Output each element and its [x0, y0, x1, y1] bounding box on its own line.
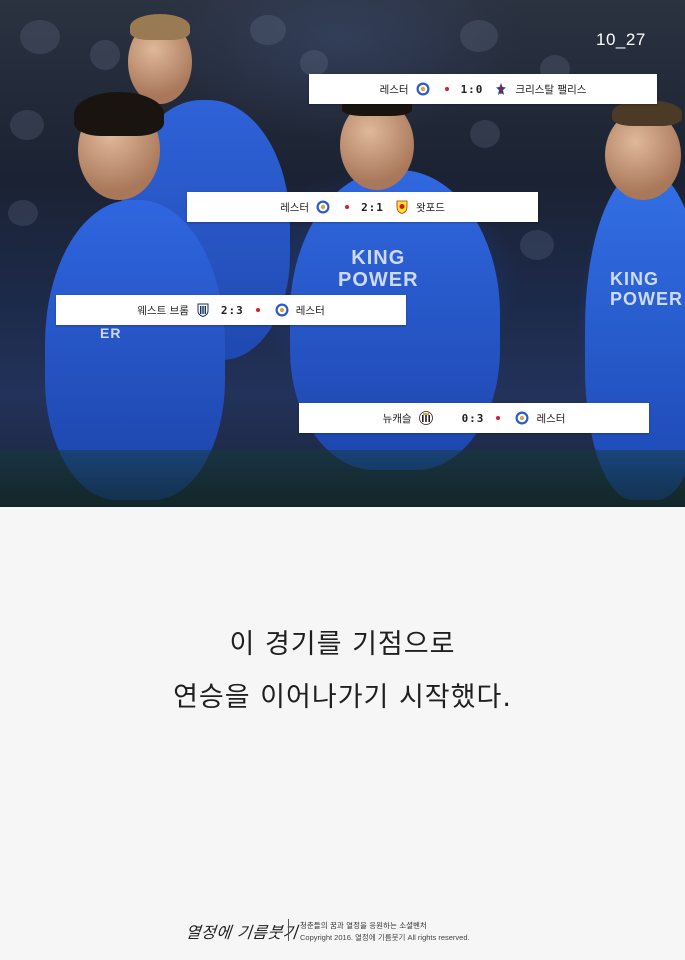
newcastle-crest-icon [418, 411, 433, 425]
page: ER KING POWER KING POWER 10_27 레스터 1:0 크… [0, 0, 685, 960]
score-bar-leicester-watford: 레스터 2:1 왓포드 [187, 192, 538, 222]
watford-crest-icon [396, 200, 408, 214]
result-dot [496, 416, 501, 420]
score-bar-leicester-crystal-palace: 레스터 1:0 크리스탈 팰리스 [309, 74, 657, 104]
home-team-name: 뉴캐슬 [382, 412, 412, 425]
brand-logo: 열정에 기름붓기 [184, 923, 299, 942]
shirt-sponsor-text: KING POWER [338, 247, 419, 291]
home-team-name: 웨스트 브롬 [137, 304, 189, 317]
score-bar-west-brom-leicester: 웨스트 브롬 2:3 레스터 [56, 295, 406, 325]
score-bar-newcastle-leicester: 뉴캐슬 0:3 레스터 [299, 403, 649, 433]
away-team-name: 레스터 [295, 304, 325, 317]
caption-line-2: 연승을 이어나가기 시작했다. [173, 682, 512, 713]
leicester-crest-icon [275, 303, 289, 317]
result-dot [444, 87, 449, 91]
leicester-crest-icon [316, 200, 330, 214]
match-score: 1:0 [460, 82, 484, 96]
match-score: 2:1 [361, 200, 384, 214]
result-dot [255, 308, 260, 312]
leicester-crest-icon [515, 411, 529, 425]
away-team-name: 왓포드 [415, 201, 445, 214]
match-score: 2:3 [220, 303, 244, 317]
footer-divider [288, 919, 289, 941]
home-team-name: 레스터 [280, 201, 310, 214]
home-team-name: 레스터 [379, 83, 409, 96]
leicester-crest-icon [416, 82, 430, 96]
footer-copyright: Copyright 2016. 열정에 기름붓기 All rights rese… [300, 933, 470, 942]
caption-line-1: 이 경기를 기점으로 [229, 629, 456, 660]
page-number: 10_27 [596, 30, 646, 49]
crystal-palace-crest-icon [496, 83, 507, 95]
footer-tagline: 청춘들의 꿈과 열정을 응원하는 소셜벤처 [300, 921, 427, 930]
away-team-name: 레스터 [536, 412, 566, 425]
away-team-name: 크리스탈 팰리스 [515, 83, 587, 96]
west-brom-crest-icon [197, 303, 209, 317]
match-score: 0:3 [461, 411, 485, 425]
result-dot [345, 205, 350, 209]
footer: 열정에 기름붓기 청춘들의 꿈과 열정을 응원하는 소셜벤처 Copyright… [0, 913, 685, 947]
